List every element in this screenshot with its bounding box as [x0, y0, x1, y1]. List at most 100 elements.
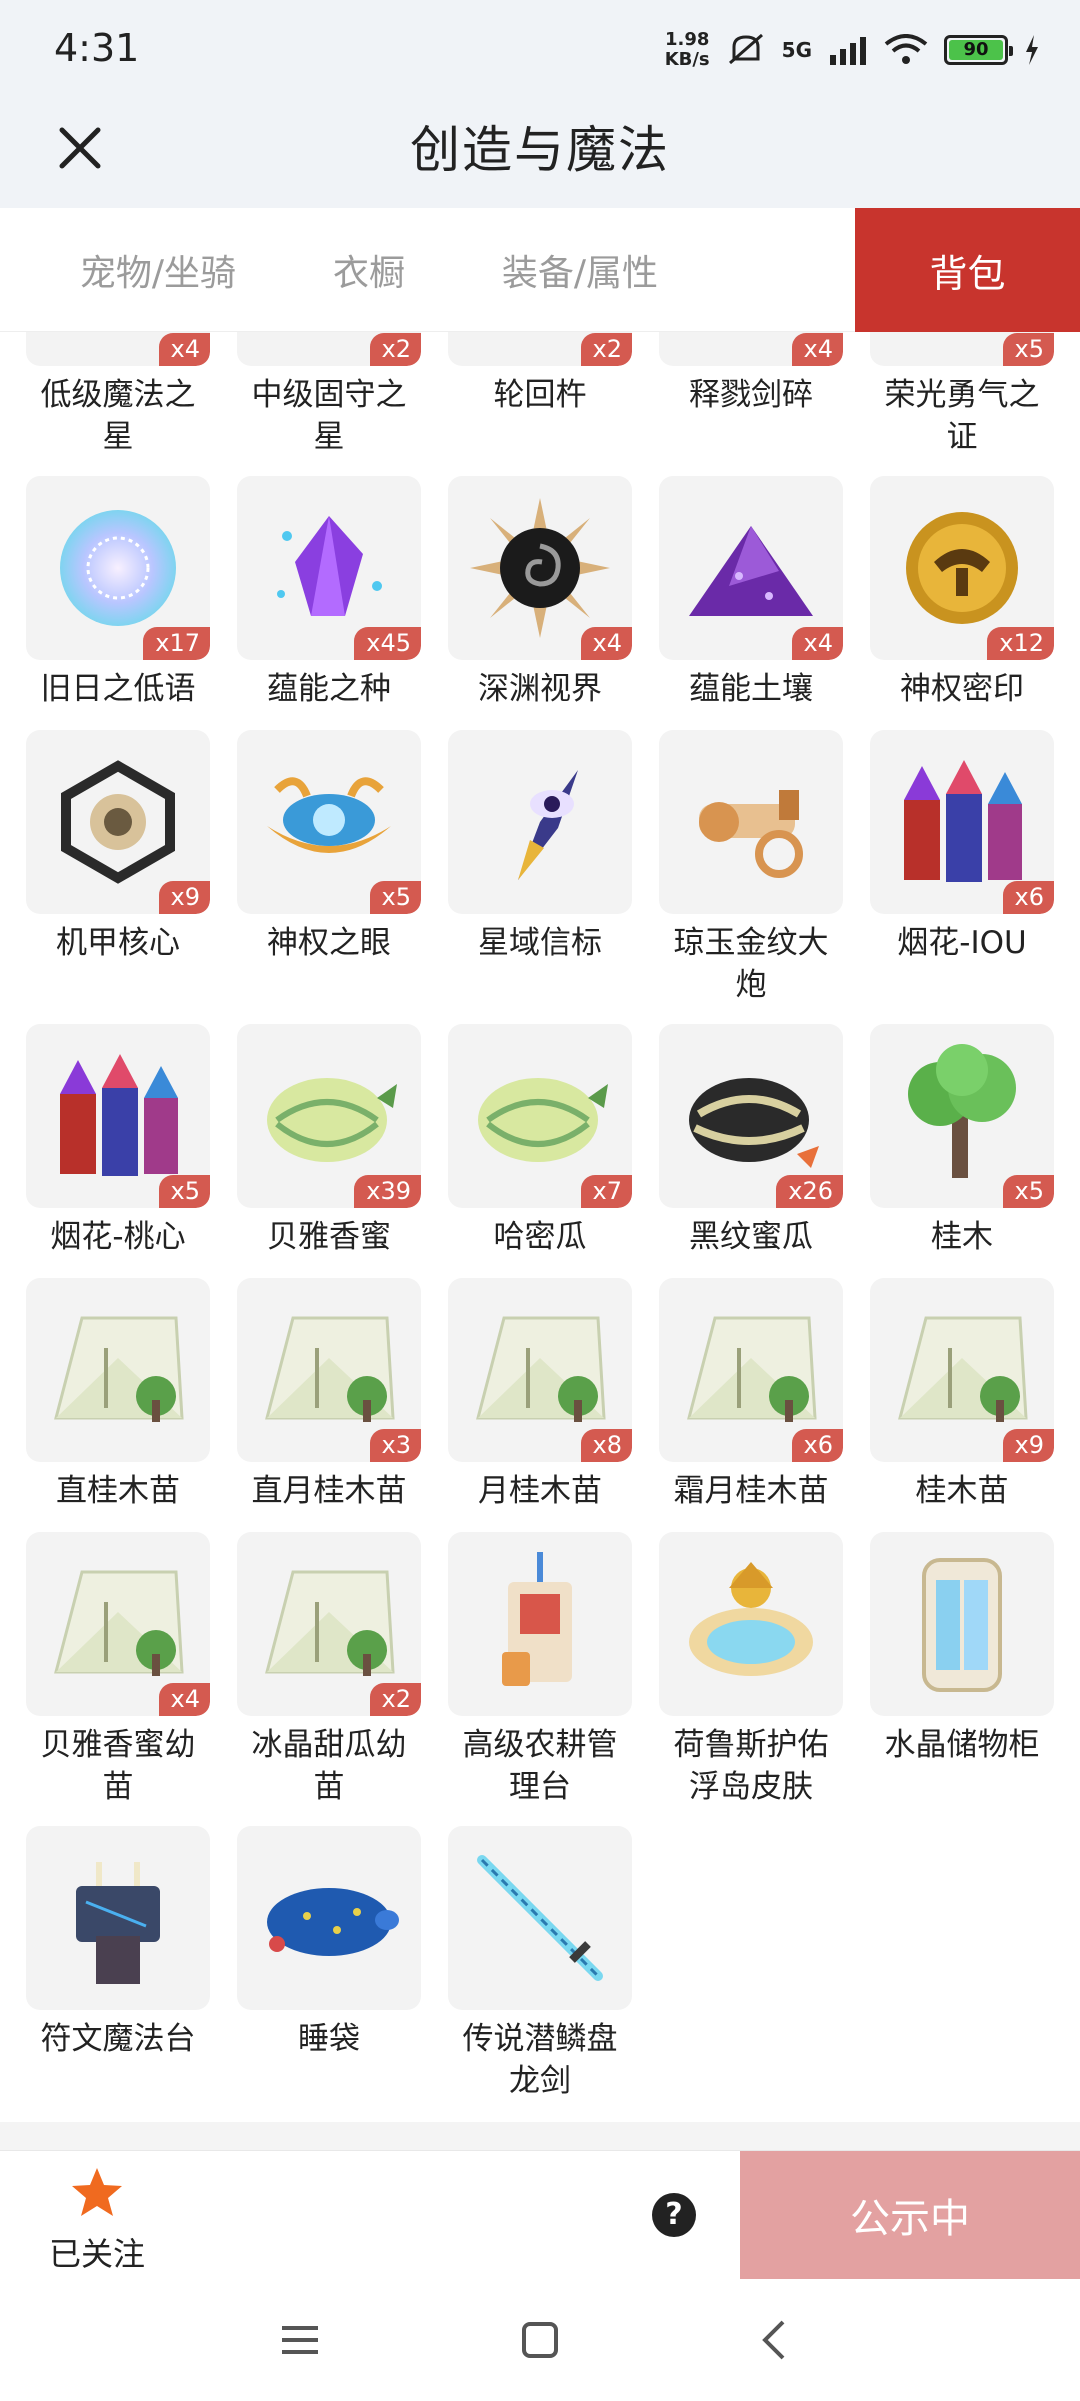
back-icon[interactable]: [745, 2310, 805, 2370]
item-name: 旧日之低语: [40, 671, 196, 707]
item-name: 冰晶甜瓜幼 苗: [251, 1727, 407, 1805]
status-icons: 1.98 KB/s 5G 90: [665, 28, 1040, 72]
battery-icon: 90: [944, 35, 1013, 65]
item-name: 烟花-桃心: [50, 1219, 186, 1255]
signal-type: 5G: [781, 38, 812, 62]
item-name: 深渊视界: [478, 671, 602, 707]
seed-pack-icon: [54, 1316, 184, 1422]
item-count-badge: x4: [580, 627, 632, 660]
item-thumbnail: [26, 1826, 210, 2010]
item-name: 高级农耕管 理台: [462, 1727, 618, 1805]
item-thumbnail: [448, 1826, 632, 2010]
item-thumbnail: x17: [26, 476, 210, 660]
page-title: 创造与魔法: [410, 121, 670, 179]
item-count-badge: x7: [580, 1175, 632, 1208]
item-name: 传说潜鳞盘 龙剑: [462, 2021, 618, 2099]
tab-pets-mounts[interactable]: 宠物/坐骑: [42, 208, 274, 331]
item-name: 黑纹蜜瓜: [689, 1219, 813, 1255]
bottom-action-bar: 已关注 ? 公示中: [0, 2150, 1080, 2280]
item-thumbnail: [659, 730, 843, 914]
item-name: 中级固守之 星: [251, 377, 407, 455]
item-thumbnail: x5: [26, 1024, 210, 1208]
item-name: 桂木苗: [915, 1473, 1009, 1509]
item-name: 机甲核心: [56, 925, 180, 961]
item-thumbnail: x8: [448, 1278, 632, 1462]
home-icon[interactable]: [510, 2310, 570, 2370]
help-icon[interactable]: ?: [652, 2193, 696, 2237]
item-name: 贝雅香蜜幼 苗: [40, 1727, 196, 1805]
item-name: 直桂木苗: [56, 1473, 180, 1509]
island-icon: [689, 1562, 813, 1676]
farm-station-icon: [502, 1552, 572, 1686]
item-name: 桂木: [931, 1219, 993, 1255]
item-count-badge: x45: [354, 627, 421, 660]
item-name: 烟花-IOU: [897, 925, 1027, 961]
cabinet-icon: [922, 1558, 1002, 1692]
publicity-button[interactable]: 公示中: [740, 2151, 1080, 2279]
item-count-badge: x5: [1002, 1175, 1054, 1208]
item-name: 哈密瓜: [493, 1219, 587, 1255]
item-count-badge: x39: [354, 1175, 421, 1208]
backpack-item-grid: x4 低级魔法之 星 x2 中级固守之 星 x2 轮回杵 x4 释戮剑碎 x5 荣光勇气之 证 x1…: [0, 332, 1080, 2122]
tab-backpack[interactable]: 背包: [855, 208, 1080, 332]
item-count-badge: x17: [143, 627, 210, 660]
item-thumbnail: x45: [237, 476, 421, 660]
star-icon: [72, 2168, 122, 2216]
follow-button[interactable]: 已关注: [42, 2165, 152, 2275]
mute-vibrate-icon: [728, 33, 763, 65]
item-name: 释戮剑碎: [689, 377, 813, 413]
item-thumbnail: x9: [26, 730, 210, 914]
tab-wardrobe[interactable]: 衣橱: [274, 208, 464, 331]
item-name: 星域信标: [478, 925, 602, 961]
item-thumbnail: [448, 730, 632, 914]
item-name: 神权之眼: [267, 925, 391, 961]
item-thumbnail: x4: [26, 1532, 210, 1716]
item-count-badge: x4: [158, 333, 210, 366]
item-thumbnail: x4: [659, 476, 843, 660]
item-name: 符文魔法台: [40, 2021, 196, 2057]
item-name: 荷鲁斯护佑 浮岛皮肤: [673, 1727, 829, 1805]
item-thumbnail: x2: [448, 332, 632, 366]
item-thumbnail: x12: [870, 476, 1054, 660]
item-count-badge: x5: [1002, 333, 1054, 366]
item-count-badge: x2: [580, 333, 632, 366]
item-count-badge: x6: [791, 1429, 843, 1462]
item-count-badge: x4: [791, 627, 843, 660]
item-name: 轮回杵: [493, 377, 587, 413]
item-name: 神权密印: [900, 671, 1024, 707]
item-thumbnail: [448, 1532, 632, 1716]
sleeping-bag-icon: [267, 1888, 399, 1956]
item-name: 蕴能土壤: [689, 671, 813, 707]
system-nav-bar: [0, 2280, 1080, 2401]
item-count-badge: x3: [369, 1429, 421, 1462]
app-header: 创造与魔法: [0, 100, 1080, 208]
item-name: 蕴能之种: [267, 671, 391, 707]
item-count-badge: x9: [1002, 1429, 1054, 1462]
item-thumbnail: x4: [659, 332, 843, 366]
follow-label: 已关注: [48, 2235, 145, 2273]
item-name: 荣光勇气之 证: [884, 377, 1040, 455]
item-thumbnail: x5: [870, 1024, 1054, 1208]
item-thumbnail: [659, 1532, 843, 1716]
menu-icon[interactable]: [270, 2310, 330, 2370]
item-name: 低级魔法之 星: [40, 377, 196, 455]
item-name: 贝雅香蜜: [267, 1219, 391, 1255]
item-thumbnail: x4: [448, 476, 632, 660]
item-thumbnail: x2: [237, 1532, 421, 1716]
tab-equipment-attributes[interactable]: 装备/属性: [464, 208, 696, 331]
item-name: 琼玉金纹大 炮: [673, 925, 829, 1003]
item-thumbnail: x4: [26, 332, 210, 366]
item-count-badge: x4: [791, 333, 843, 366]
divider: [0, 2122, 1080, 2150]
status-bar: 4:31 1.98 KB/s 5G 90: [0, 0, 1080, 100]
item-count-badge: x12: [987, 627, 1054, 660]
item-name: 水晶储物柜: [884, 1727, 1040, 1763]
item-count-badge: x5: [158, 1175, 210, 1208]
item-thumbnail: x26: [659, 1024, 843, 1208]
item-count-badge: x2: [369, 333, 421, 366]
item-count-badge: x5: [369, 881, 421, 914]
item-name: 直月桂木苗: [251, 1473, 407, 1509]
item-thumbnail: x3: [237, 1278, 421, 1462]
item-thumbnail: [237, 1826, 421, 2010]
item-thumbnail: x5: [870, 332, 1054, 366]
